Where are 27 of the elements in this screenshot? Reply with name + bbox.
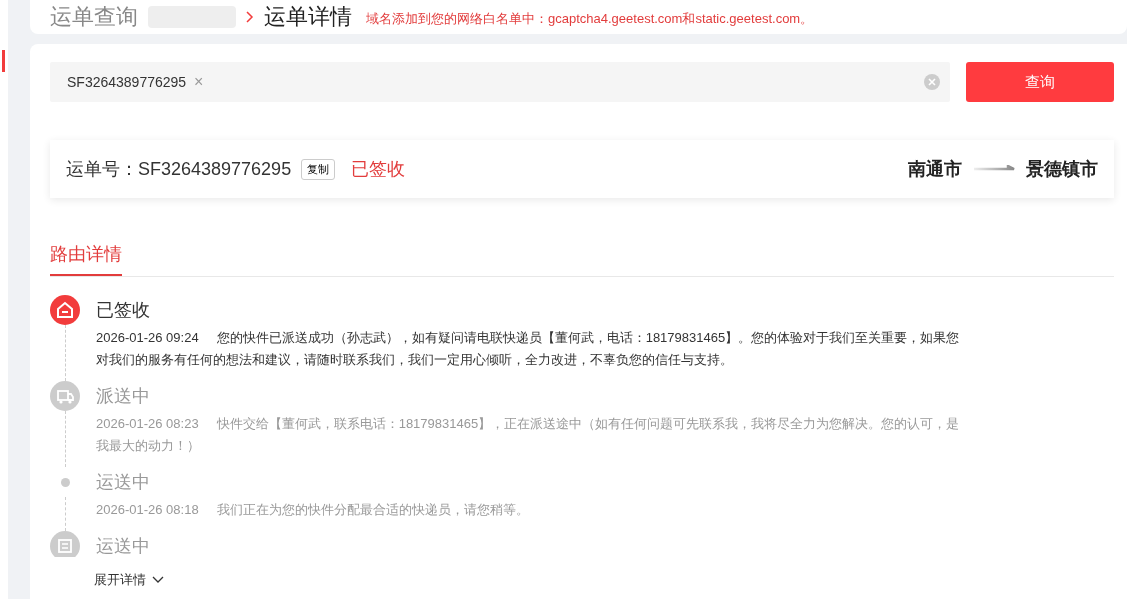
chevron-down-icon	[152, 576, 164, 584]
route-status: 派送中	[96, 385, 151, 408]
copy-button[interactable]: 复制	[301, 158, 336, 180]
route-event: 2026-01-26 09:24 您的快件已派送成功（孙志武），如有疑问请电联快递员【董何武，电话：18179831465】。您的体验对于我们至关重要，如果您对我们的服务有任何的想法和建议，请随时联系我们，我们一定用心倾听，全力改进，不辜负您的信任与支持。	[96, 329, 961, 369]
route-status: 运送中	[96, 471, 151, 494]
query-button[interactable]: 查询	[966, 62, 1114, 102]
notice-text: 域名添加到您的网络白名单中：gcaptcha4.geetest.com和static.geetest.com。	[366, 10, 814, 28]
timeline-dot	[60, 477, 70, 487]
tag-remove[interactable]: ×	[194, 73, 204, 91]
page-title: 运单详情	[264, 3, 352, 31]
route-tab[interactable]: 路由详情	[50, 242, 122, 276]
route-status: 运送中	[96, 535, 151, 557]
origin-city: 南通市	[908, 158, 962, 181]
breadcrumb-link[interactable]: 运单查询	[50, 2, 138, 32]
clear-icon[interactable]	[924, 74, 940, 90]
destination-city: 景德镇市	[1026, 158, 1098, 181]
home-icon	[50, 295, 80, 325]
chevron-icon	[246, 11, 254, 23]
active-indicator	[2, 50, 5, 72]
waybill-tag: SF3264389776295	[67, 74, 187, 90]
search-field[interactable]: SF3264389776295 ×	[50, 62, 950, 102]
route-event: 2026-01-26 08:18 我们正在为您的快件分配最合适的快递员，请您稍等。	[96, 501, 530, 519]
expand-link[interactable]: 展开详情	[94, 571, 164, 589]
route-event: 2026-01-26 08:23 快件交给【董何武，联系电话：18179831465】，正在派送途中（如有任何问题可先联系我，我将尽全力为您解决。您的认可，是我最大的动力！）	[96, 415, 961, 455]
waybill-status: 已签收	[351, 158, 406, 181]
route-status: 已签收	[96, 299, 151, 322]
waybill-number: 运单号：SF3264389776295	[66, 158, 292, 181]
